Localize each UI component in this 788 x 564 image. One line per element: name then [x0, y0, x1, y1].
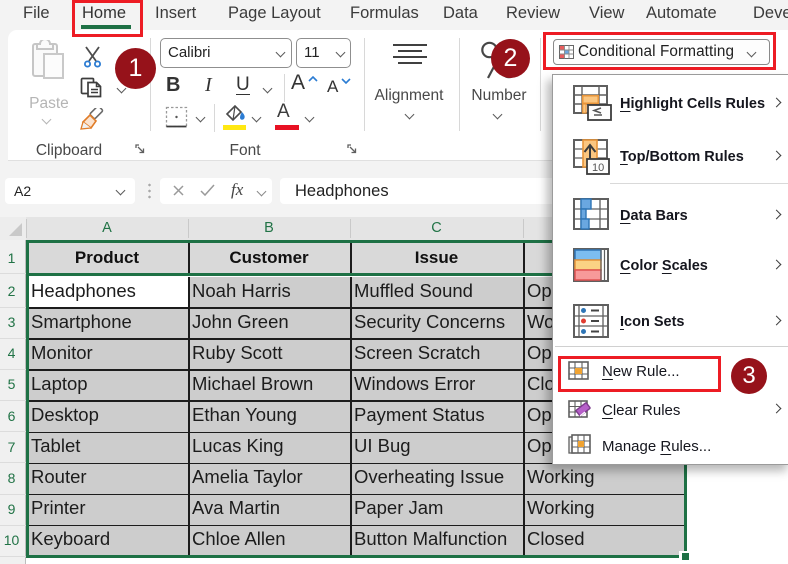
svg-text:10: 10: [592, 162, 604, 174]
